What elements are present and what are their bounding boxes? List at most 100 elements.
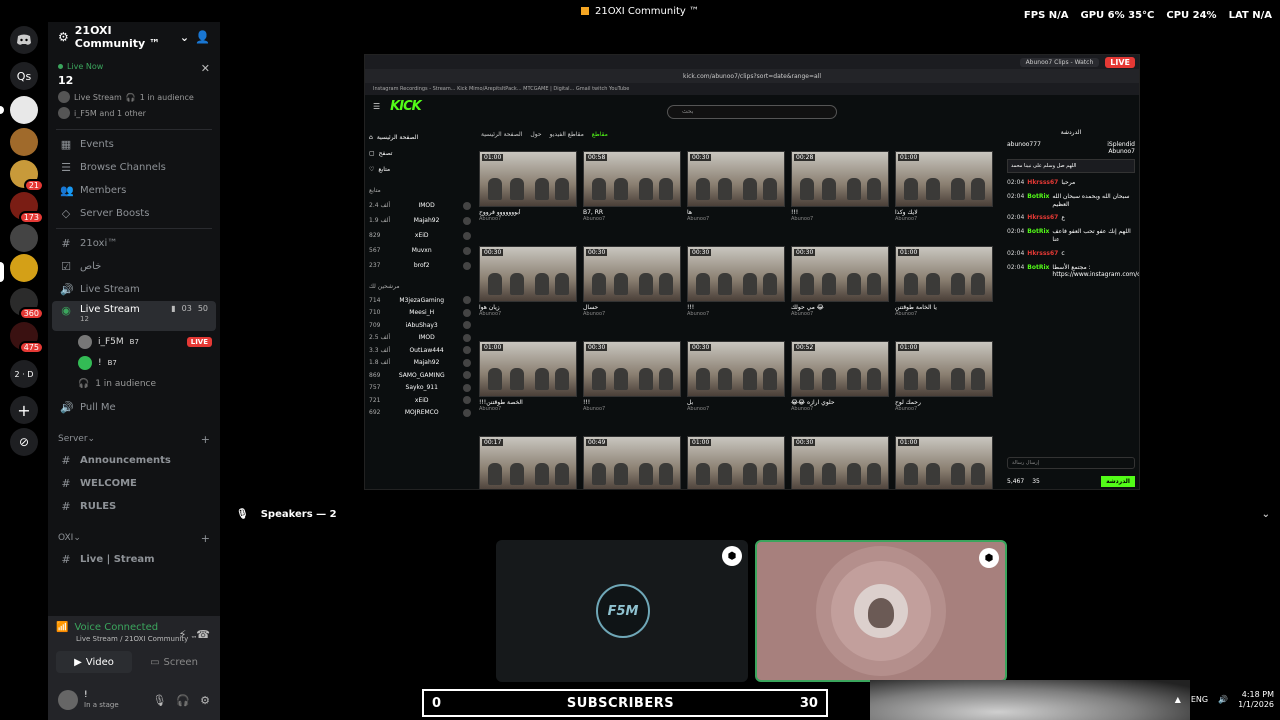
screen-button[interactable]: ▭ Screen (136, 651, 212, 673)
chat-user: BotRix (1027, 263, 1050, 271)
clip-title: !!! (687, 304, 695, 311)
rec-item: 2.5 ألف IMOD (369, 332, 475, 345)
channel-welcome[interactable]: # WELCOME (48, 472, 220, 495)
server-avatar-2[interactable] (10, 96, 38, 124)
server-badge: 360 (18, 307, 44, 320)
rec-viewers: 2.5 ألف (369, 334, 391, 342)
mic-icon[interactable]: 🎙 (152, 694, 166, 707)
server-folder[interactable]: 2 · D (10, 360, 38, 388)
channel-rules[interactable]: # RULES (48, 495, 220, 518)
nav-server-boosts[interactable]: ◇ Server Boosts (48, 202, 220, 225)
avatar (463, 321, 471, 330)
server-header[interactable]: ⚙ 21OXI Community ™ ⌄ 👤 (48, 22, 220, 52)
gear-icon[interactable]: ⚙ (200, 694, 210, 707)
nav-members[interactable]: 👥 Members (48, 179, 220, 202)
user-info[interactable]: ! In a stage (84, 690, 119, 709)
audience-row[interactable]: 🎧 1 in audience (48, 373, 220, 394)
person-shape (696, 368, 710, 390)
rec-list: 714 M3jezaGaming 710 Meesi_H 709 iAbuShay3 2.5… (369, 294, 475, 419)
voice-user-bang[interactable]: ! B7 (48, 352, 220, 373)
clock[interactable]: 4:18 PM 1/1/2026 (1238, 690, 1274, 709)
language-indicator[interactable]: ENG (1191, 695, 1208, 704)
calendar-icon: ▦ (60, 138, 72, 151)
server-qs[interactable]: Qs (10, 62, 38, 90)
boost-icon: ◇ (61, 207, 71, 220)
clip-card: 01:00 يا الخامة طوقتنن Abunoo7 (895, 246, 993, 341)
clip-duration: 00:28 (794, 154, 816, 161)
video-button[interactable]: ▶ Video (56, 651, 132, 673)
speaker-tile-user[interactable]: ⬢ (755, 540, 1007, 682)
chevron-down-icon[interactable]: ⌄ (1262, 509, 1270, 520)
nav-browse-channels[interactable]: ☰ Browse Channels (48, 156, 220, 179)
clip-title: مي حولك 😂 (791, 304, 824, 311)
person-shape (822, 178, 836, 200)
voice-user-i_f5m[interactable]: i_F5M B7 LIVE (48, 331, 220, 352)
follow-name: Majah92 (413, 217, 440, 224)
channel-live-stream-active[interactable]: ◉ Live Stream 12 ▮ 03 50 (52, 301, 216, 331)
server-avatar-6[interactable] (10, 224, 38, 252)
close-icon[interactable]: ✕ (201, 62, 210, 75)
channel-live-stream-2[interactable]: # Live | Stream (48, 548, 220, 571)
clip-card: 00:30 مي حولك 😂 Abunoo7 (791, 246, 889, 341)
chat-time: 02:04 (1007, 228, 1025, 236)
person-shape (847, 368, 861, 390)
channel-21oxi[interactable]: #21oxi™ (48, 232, 220, 255)
voice-panel: 📶 Voice Connected Live Stream / 21OXI Com… (48, 616, 220, 680)
add-server-icon[interactable]: + (10, 396, 38, 424)
person-shape (659, 368, 673, 390)
speakers-header[interactable]: 🎙 Speakers — 2 ⌄ (222, 502, 1280, 526)
channel-label: Live Stream (80, 304, 140, 315)
clip-author: Abunoo7 (479, 406, 502, 412)
speaker-tile-f5m[interactable]: F5M ⬢ (496, 540, 748, 682)
server-avatar-5[interactable]: 173 (10, 192, 44, 224)
channel-sidebar: ⚙ 21OXI Community ™ ⌄ 👤 Live Now ✕ 12 Li… (48, 22, 220, 720)
person-shape (592, 463, 606, 485)
channel-private[interactable]: ☑ خاص (48, 255, 220, 278)
invite-people-icon[interactable]: 👤 (195, 30, 210, 44)
server-avatar-4[interactable]: 21 (10, 160, 44, 192)
follow-item: 567 Muvxn (369, 243, 475, 258)
bookmarks-bar: Instagram Recordings - Stream... Kick Mi… (365, 83, 1139, 95)
person-shape (743, 178, 757, 200)
clip-author: Abunoo7 (895, 216, 918, 222)
rec-viewers: 757 (369, 384, 381, 392)
avatar[interactable] (58, 690, 78, 710)
discover-icon[interactable]: ⊘ (10, 428, 38, 456)
live-now-card[interactable]: Live Now ✕ 12 Live Stream 🎧 1 in audience … (54, 56, 214, 125)
follow-item: 237 brof2 (369, 258, 475, 273)
category-server[interactable]: Server ⌄ + (48, 429, 220, 449)
channel-announcements[interactable]: # Announcements (48, 449, 220, 472)
headphones-icon[interactable]: 🎧 (176, 694, 190, 707)
avatar (78, 355, 92, 370)
chat-bottom: 5,467 35 الدردشة (1007, 476, 1135, 487)
person-shape (718, 178, 732, 200)
channel-live-stream[interactable]: 🔊 Live Stream (48, 278, 220, 301)
live-badge: LIVE (186, 336, 212, 347)
person-shape (847, 178, 861, 200)
rec-name: M3jezaGaming (399, 296, 445, 304)
discord-home-icon[interactable] (10, 26, 38, 54)
live-now-label: Live Now (58, 62, 210, 71)
add-channel-icon[interactable]: + (201, 433, 210, 446)
hash-icon: # (61, 454, 71, 467)
clip-thumbnail: 01:00 (479, 341, 577, 397)
server-avatar-9[interactable]: 475 (10, 322, 44, 354)
server-avatar-7[interactable] (10, 254, 38, 282)
volume-icon[interactable]: 🔊 (1218, 695, 1228, 704)
nav-events[interactable]: ▦ Events (48, 133, 220, 156)
noise-suppression-icon[interactable]: ⚡ (179, 628, 187, 641)
chevron-up-icon[interactable]: ▲ (1175, 695, 1181, 704)
video-label: Video (85, 656, 114, 668)
clip-thumbnail: 00:49 (583, 436, 681, 489)
add-channel-icon[interactable]: + (201, 532, 210, 545)
server-avatar-3[interactable] (10, 128, 38, 156)
category-oxi[interactable]: OXI ⌄ + (48, 528, 220, 548)
server-avatar-8[interactable]: 360 (10, 288, 44, 320)
kick-section: متابع (369, 187, 381, 194)
clip-author: Abunoo7 (583, 406, 606, 412)
stream-view[interactable]: Abunoo7 Clips - Watch LIVE kick.com/abuno… (364, 54, 1140, 490)
channel-pull-me[interactable]: 🔊 Pull Me (48, 396, 220, 419)
disconnect-icon[interactable]: ☎ (196, 628, 210, 641)
clip-duration: 01:00 (898, 344, 920, 351)
person-shape (867, 368, 881, 390)
